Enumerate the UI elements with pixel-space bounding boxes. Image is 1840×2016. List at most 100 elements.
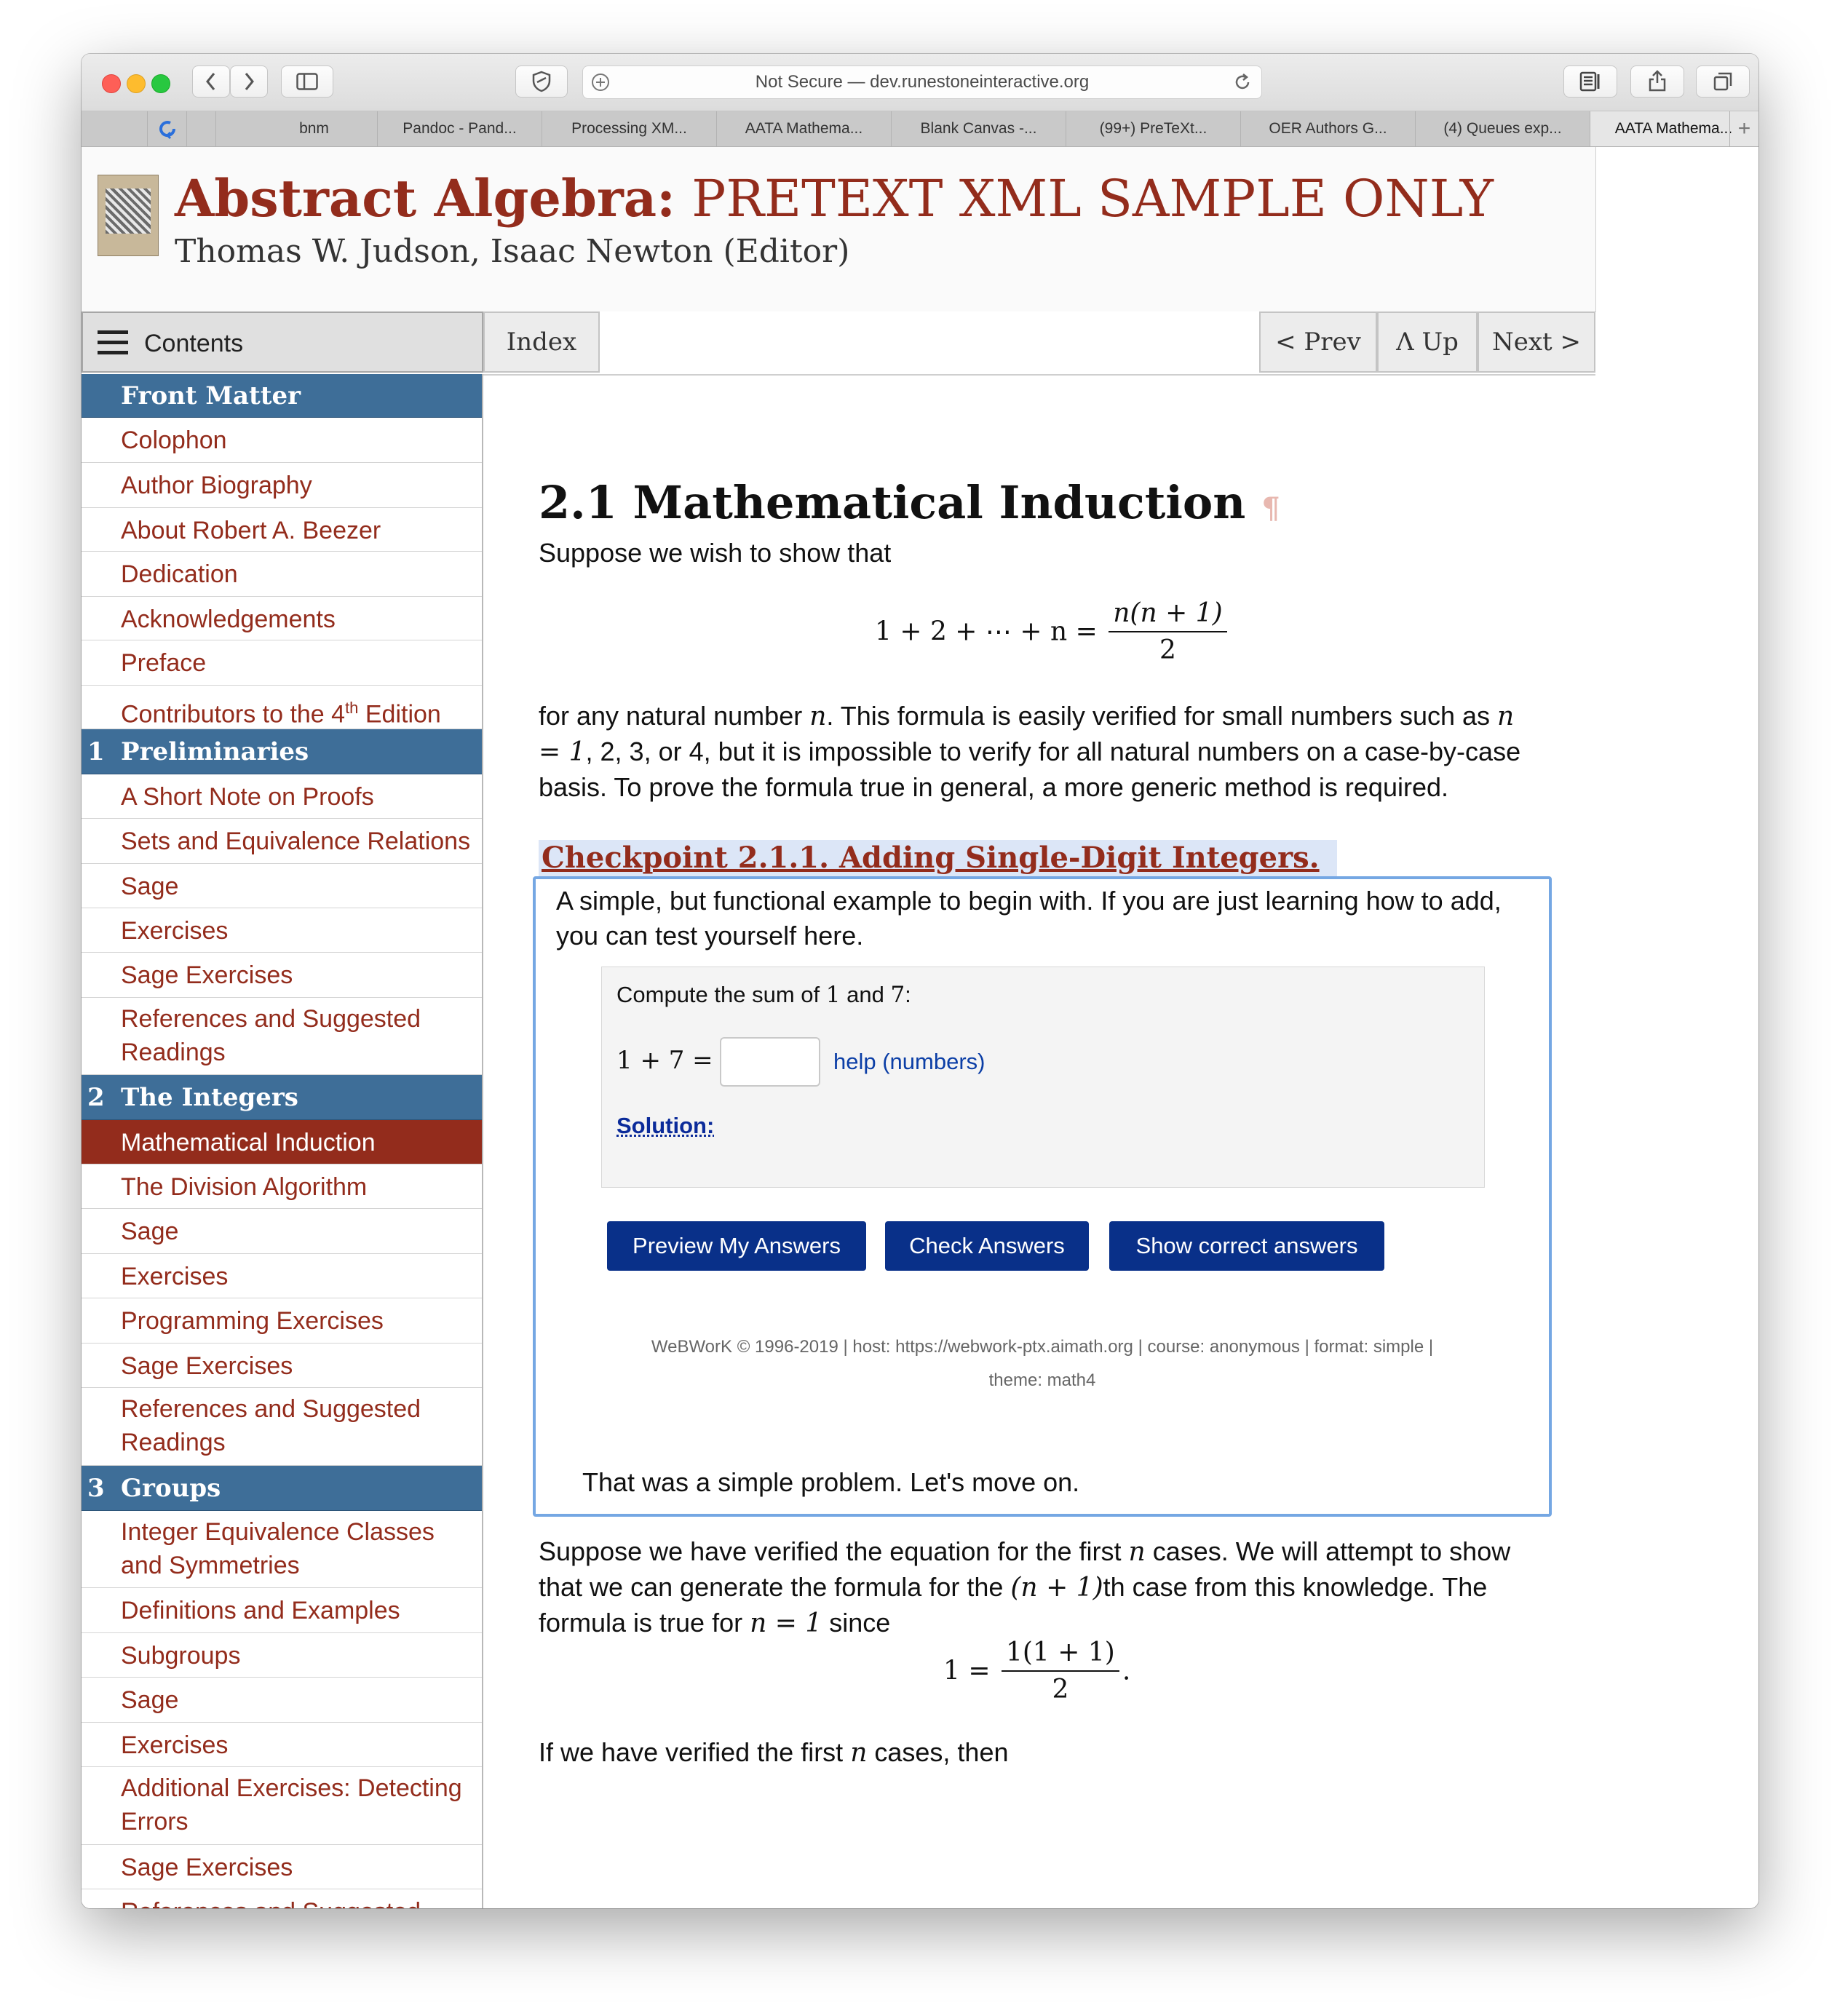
toc-item[interactable]: Dedication: [82, 552, 482, 597]
toc-item[interactable]: Definitions and Examples: [82, 1588, 482, 1633]
toc-item[interactable]: Sage: [82, 1209, 482, 1254]
toc-item-references[interactable]: References and Suggested Readings: [82, 998, 482, 1075]
text: since: [822, 1608, 891, 1638]
reload-icon[interactable]: [1232, 72, 1253, 92]
toc-item[interactable]: Sage Exercises: [82, 953, 482, 998]
tab-queues[interactable]: (4) Queues exp...: [1415, 111, 1590, 146]
toc-label-sup: th: [345, 699, 359, 717]
toc-item[interactable]: Author Biography: [82, 463, 482, 508]
toc-item[interactable]: Programming Exercises: [82, 1298, 482, 1344]
tab-processing-xml[interactable]: Processing XM...: [542, 111, 716, 146]
toc-item[interactable]: A Short Note on Proofs: [82, 774, 482, 819]
up-button[interactable]: Λ Up: [1377, 311, 1478, 373]
check-answers-button[interactable]: Check Answers: [885, 1221, 1089, 1271]
toc-item[interactable]: Sets and Equivalence Relations: [82, 819, 482, 864]
book-cover-image[interactable]: [98, 175, 159, 256]
next-button[interactable]: Next >: [1478, 311, 1595, 373]
preview-answers-button[interactable]: Preview My Answers: [607, 1221, 866, 1271]
math-inline: n: [1128, 1537, 1146, 1567]
plus-icon: +: [1737, 116, 1751, 140]
math-inline: n = 1: [750, 1608, 822, 1638]
contents-toggle-button[interactable]: Contents: [82, 311, 483, 373]
text: Compute the sum of: [616, 982, 826, 1007]
toc-chapter-3[interactable]: 3 Groups: [82, 1466, 482, 1511]
toc-heading-label: The Integers: [121, 1083, 298, 1112]
share-button[interactable]: [1630, 66, 1684, 98]
toc-item[interactable]: Exercises: [82, 908, 482, 953]
hamburger-menu-icon: [98, 330, 128, 354]
tab-blank-canvas[interactable]: Blank Canvas -...: [891, 111, 1066, 146]
toc-item-additional-exercises[interactable]: Additional Exercises: Detecting Errors: [82, 1767, 482, 1845]
tab-aata-1[interactable]: AATA Mathema...: [716, 111, 891, 146]
math-inline: 1: [825, 982, 841, 1008]
toc-chapter-number: 1: [87, 737, 105, 766]
toc-item[interactable]: Sage Exercises: [82, 1845, 482, 1889]
fraction-numerator: 1(1 + 1): [1001, 1638, 1119, 1672]
share-icon: [1649, 70, 1666, 92]
tab-overview-button[interactable]: [1696, 66, 1750, 98]
toc-heading-label: Preliminaries: [121, 737, 309, 766]
checkpoint-title[interactable]: Checkpoint 2.1.1. Adding Single-Digit In…: [539, 840, 1337, 876]
toc-front-matter[interactable]: Front Matter: [82, 374, 482, 418]
toc-item[interactable]: Sage Exercises: [82, 1344, 482, 1388]
close-window-button[interactable]: [102, 74, 121, 93]
main-content: 2.1 Mathematical Induction ¶ Suppose we w…: [485, 374, 1758, 1908]
math-inline: 7: [890, 982, 905, 1008]
sync-icon: [159, 121, 175, 140]
toc-sidebar: Front Matter Colophon Author Biography A…: [82, 374, 483, 1908]
toc-label: Integer Equivalence Classes: [121, 1518, 435, 1546]
tab-bar: bnm Pandoc - Pand... Processing XM... AA…: [82, 111, 1758, 147]
toc-label: Readings: [121, 1039, 226, 1066]
back-button[interactable]: [192, 66, 230, 98]
address-bar[interactable]: Not Secure — dev.runestoneinteractive.or…: [582, 66, 1262, 99]
permalink-icon[interactable]: ¶: [1261, 491, 1280, 525]
tab-label: OER Authors G...: [1269, 120, 1387, 137]
book-title-sub: PRETEXT XML SAMPLE ONLY: [691, 169, 1494, 229]
index-button[interactable]: Index: [483, 311, 600, 373]
sidebar-toggle-button[interactable]: [281, 66, 333, 98]
toc-item-integer-classes[interactable]: Integer Equivalence Classes and Symmetrie…: [82, 1511, 482, 1588]
toc-item[interactable]: Preface: [82, 640, 482, 686]
toc-item[interactable]: Exercises: [82, 1254, 482, 1298]
book-title-main: Abstract Algebra:: [175, 168, 675, 229]
book-title[interactable]: Abstract Algebra: PRETEXT XML SAMPLE ONL…: [175, 166, 1494, 231]
tab-pretext[interactable]: (99+) PreTeXt...: [1066, 111, 1240, 146]
zoom-window-button[interactable]: [151, 74, 170, 93]
solution-toggle[interactable]: Solution:: [616, 1113, 714, 1139]
toc-item-references[interactable]: References and Suggested Readings: [82, 1388, 482, 1466]
tab-pandoc[interactable]: Pandoc - Pand...: [377, 111, 542, 146]
tab-oer-authors[interactable]: OER Authors G...: [1240, 111, 1415, 146]
answer-input[interactable]: [720, 1037, 820, 1087]
tab-label: bnm: [299, 120, 329, 137]
toc-chapter-1[interactable]: 1 Preliminaries: [82, 729, 482, 774]
toc-item-active[interactable]: Mathematical Induction: [82, 1120, 482, 1164]
equation-period: .: [1122, 1656, 1131, 1686]
reader-button[interactable]: [1563, 66, 1617, 98]
pinned-tab-2[interactable]: [186, 111, 215, 146]
chevron-left-icon: [206, 73, 215, 90]
pinned-tab-empty[interactable]: [82, 111, 147, 146]
toc-item[interactable]: Colophon: [82, 418, 482, 463]
minimize-window-button[interactable]: [127, 74, 146, 93]
new-tab-button[interactable]: +: [1729, 111, 1758, 146]
pinned-tab[interactable]: [147, 111, 186, 146]
toc-item[interactable]: About Robert A. Beezer: [82, 508, 482, 552]
toc-item[interactable]: The Division Algorithm: [82, 1164, 482, 1209]
toc-item[interactable]: Acknowledgements: [82, 597, 482, 640]
toc-item[interactable]: Subgroups: [82, 1633, 482, 1678]
toc-item[interactable]: Sage: [82, 1678, 482, 1723]
forward-button[interactable]: [230, 66, 268, 98]
webwork-equation: 1 + 7 =: [616, 1046, 713, 1075]
toc-item-partial[interactable]: References and Suggested: [82, 1889, 482, 1908]
toc-chapter-2[interactable]: 2 The Integers: [82, 1075, 482, 1120]
toc-item[interactable]: Exercises: [82, 1723, 482, 1767]
web-page: Abstract Algebra: PRETEXT XML SAMPLE ONL…: [82, 147, 1758, 1908]
prev-button[interactable]: < Prev: [1259, 311, 1377, 373]
show-correct-answers-button[interactable]: Show correct answers: [1109, 1221, 1384, 1271]
toc-item-contributors[interactable]: Contributors to the 4th Edition: [82, 686, 482, 729]
help-numbers-link[interactable]: help (numbers): [833, 1049, 985, 1075]
tab-bnm[interactable]: bnm: [215, 111, 377, 146]
browser-window: Not Secure — dev.runestoneinteractive.or…: [82, 54, 1758, 1908]
privacy-report-button[interactable]: [515, 66, 568, 98]
toc-item[interactable]: Sage: [82, 864, 482, 908]
